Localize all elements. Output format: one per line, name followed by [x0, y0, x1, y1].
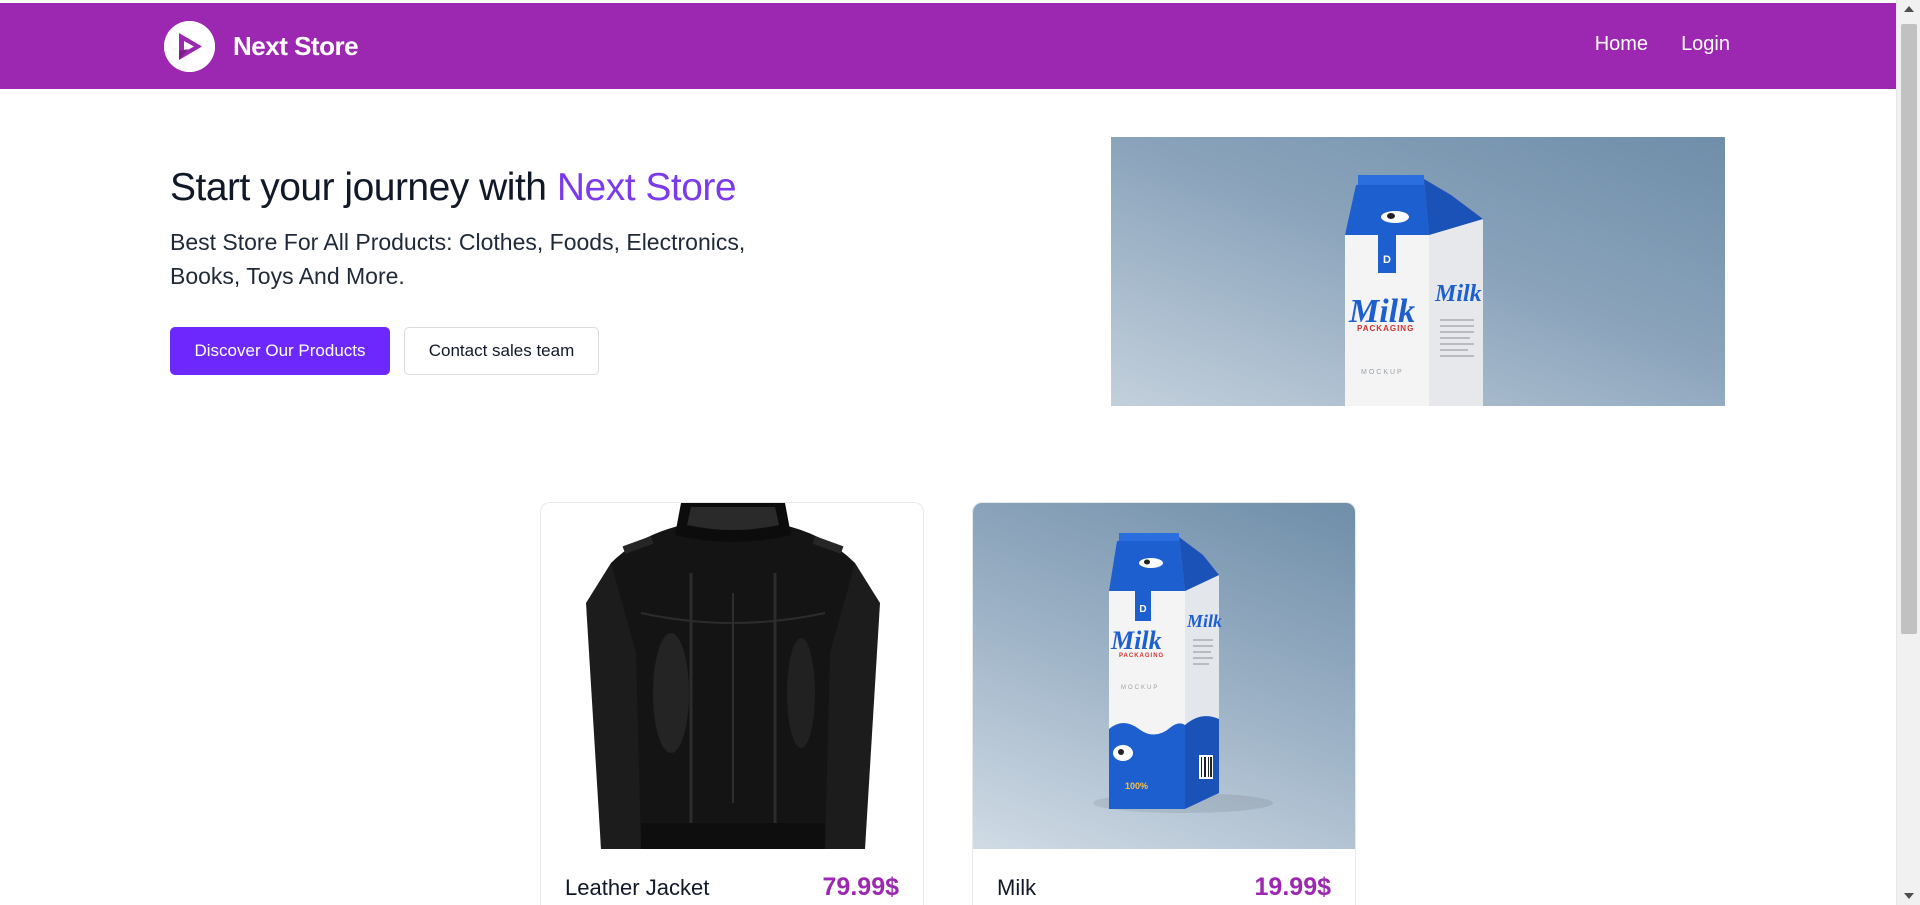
milk-badge: 100% — [1125, 781, 1148, 791]
milk-label-side: Milk — [1186, 611, 1222, 631]
hero-milk-sublabel: PACKAGING — [1357, 324, 1414, 333]
svg-text:D: D — [1383, 254, 1391, 266]
nav-link-login[interactable]: Login — [1681, 33, 1730, 56]
top-navbar: Next Store Home Login — [0, 3, 1896, 89]
nav-link-home[interactable]: Home — [1595, 33, 1648, 56]
hero-milk-label-side: Milk — [1434, 281, 1482, 307]
hero-milk-caption: MOCKUP — [1361, 369, 1404, 376]
product-name: Milk — [997, 874, 1037, 900]
nav-links: Home Login — [1595, 33, 1730, 56]
milk-carton-image: D Milk PACKAGING Milk MOCKUP 100% — [1093, 533, 1273, 813]
discover-products-button[interactable]: Discover Our Products — [170, 327, 390, 375]
hero-title-prefix: Start your journey with — [170, 166, 557, 209]
hero-title: Start your journey with Next Store — [170, 166, 737, 210]
milk-carton-image: D Milk PACKAGING Milk MOCKUP — [1345, 175, 1483, 406]
product-image: D Milk PACKAGING Milk MOCKUP 100% — [973, 503, 1355, 849]
product-price: 19.99$ — [1254, 873, 1331, 901]
product-info: Leather Jacket 79.99$ — [565, 873, 899, 902]
milk-sublabel: PACKAGING — [1119, 653, 1164, 659]
hero-image: D Milk PACKAGING Milk MOCKUP — [1111, 137, 1725, 406]
milk-label: Milk — [1110, 626, 1162, 655]
logo-icon — [164, 20, 215, 72]
hero-title-accent: Next Store — [556, 166, 737, 209]
leather-jacket-image — [541, 503, 923, 849]
milk-caption: MOCKUP — [1121, 685, 1159, 691]
product-price: 79.99$ — [822, 873, 899, 901]
hero-description: Best Store For All Products: Clothes, Fo… — [170, 229, 746, 289]
svg-text:D: D — [1139, 604, 1146, 615]
product-info: Milk 19.99$ — [997, 873, 1331, 902]
product-image — [541, 503, 923, 849]
brand-link[interactable]: Next Store — [164, 20, 359, 72]
scroll-down-arrow-icon[interactable] — [1904, 893, 1914, 899]
product-name: Leather Jacket — [565, 874, 710, 900]
scroll-thumb[interactable] — [1901, 24, 1917, 634]
brand-name: Next Store — [233, 30, 359, 61]
scroll-up-arrow-icon[interactable] — [1904, 6, 1914, 12]
contact-sales-button[interactable]: Contact sales team — [404, 327, 599, 375]
product-card[interactable]: D Milk PACKAGING Milk MOCKUP 100% Milk 1… — [972, 502, 1356, 905]
page-scrollbar[interactable] — [1896, 0, 1920, 905]
product-card[interactable]: Leather Jacket 79.99$ — [540, 502, 924, 905]
